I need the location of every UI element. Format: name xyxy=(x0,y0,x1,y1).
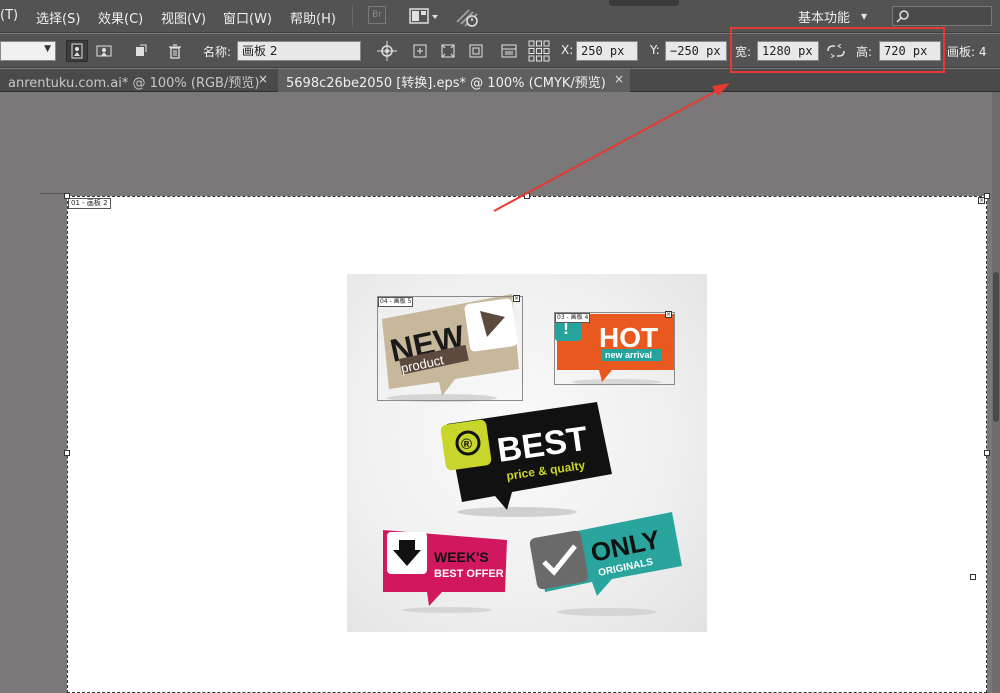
rocket-icon xyxy=(456,9,478,27)
week-sub: BEST OFFER xyxy=(434,568,504,580)
resize-handle[interactable] xyxy=(524,193,530,199)
chevron-down-icon: ▼ xyxy=(44,44,51,54)
menu-view[interactable]: 视图(V) xyxy=(161,8,206,27)
name-label: 名称: xyxy=(203,45,232,59)
move-icon xyxy=(377,41,397,61)
reference-point-grid[interactable] xyxy=(527,39,551,63)
trash-icon xyxy=(169,43,181,59)
bridge-button[interactable]: Br xyxy=(368,6,386,24)
sub-artboard-5[interactable] xyxy=(377,296,523,401)
sub-artboard-label[interactable]: 03 - 画板 4 xyxy=(555,313,591,323)
show-safe-areas-button[interactable] xyxy=(467,42,485,60)
center-mark-icon xyxy=(413,44,427,58)
tab-label: anrentuku.com.ai* @ 100% (RGB/预览) xyxy=(8,76,260,91)
landscape-button[interactable] xyxy=(92,40,116,62)
portrait-button[interactable] xyxy=(66,40,88,62)
artboard-options-icon xyxy=(501,44,517,58)
show-cross-hairs-button[interactable] xyxy=(439,42,457,60)
x-field[interactable]: 250 px xyxy=(576,41,638,61)
scrollbar-thumb[interactable] xyxy=(993,272,999,422)
search-icon xyxy=(896,10,909,23)
guide-line xyxy=(40,193,67,194)
arrange-documents-button[interactable] xyxy=(408,6,440,26)
artboard-label[interactable]: 01 - 画板 2 xyxy=(68,198,111,209)
resize-handle[interactable] xyxy=(64,193,70,199)
resize-handle[interactable] xyxy=(64,450,70,456)
new-artboard-button[interactable] xyxy=(132,42,150,60)
vertical-scrollbar[interactable] xyxy=(992,92,1000,693)
close-icon[interactable]: × xyxy=(614,72,624,86)
tab-document-1[interactable]: anrentuku.com.ai* @ 100% (RGB/预览) × xyxy=(0,69,278,92)
arrange-documents-icon xyxy=(409,8,438,24)
menu-effect[interactable]: 效果(C) xyxy=(98,8,143,27)
reference-grid-icon xyxy=(528,40,550,62)
y-field[interactable]: −250 px xyxy=(665,41,727,61)
close-icon[interactable]: × xyxy=(258,72,268,86)
search-input[interactable] xyxy=(892,6,992,26)
delete-artboard-button[interactable] xyxy=(166,42,184,60)
menu-window[interactable]: 窗口(W) xyxy=(223,8,272,27)
y-label: Y: xyxy=(650,43,660,57)
document-tab-handle xyxy=(609,0,679,6)
close-artboard-icon[interactable]: × xyxy=(978,197,985,204)
resize-handle[interactable] xyxy=(984,450,990,456)
placed-image[interactable]: NEW product ! HOT new arrival ® BEST pri… xyxy=(347,274,707,632)
tab-document-2[interactable]: 5698c26be2050 [转换].eps* @ 100% (CMYK/预览)… xyxy=(278,69,630,92)
sub-artboard-label[interactable]: 04 - 画板 5 xyxy=(378,297,414,307)
highlight-box xyxy=(730,27,945,73)
landscape-icon xyxy=(96,45,112,57)
artboard-name-field[interactable]: 画板 2 xyxy=(237,41,361,61)
menu-type[interactable]: (T) xyxy=(0,8,18,23)
menu-separator xyxy=(352,5,353,27)
portrait-icon xyxy=(71,43,83,59)
safe-areas-icon xyxy=(469,44,483,58)
close-artboard-icon[interactable]: × xyxy=(665,311,672,318)
x-label: X: xyxy=(561,43,574,57)
workspace-switcher[interactable]: 基本功能 xyxy=(798,7,850,26)
menu-help[interactable]: 帮助(H) xyxy=(290,8,336,27)
week-title: WEEK'S xyxy=(434,549,489,565)
close-artboard-icon[interactable]: × xyxy=(513,295,520,302)
show-center-mark-button[interactable] xyxy=(411,42,429,60)
chevron-down-icon[interactable]: ▼ xyxy=(861,12,867,21)
cross-hairs-icon xyxy=(441,44,455,58)
bridge-label: Br xyxy=(372,10,382,20)
new-artboard-icon xyxy=(136,44,147,56)
resize-handle[interactable] xyxy=(970,574,976,580)
reference-point-button[interactable] xyxy=(375,39,399,63)
artboard-options-button[interactable] xyxy=(500,42,518,60)
tab-label: 5698c26be2050 [转换].eps* @ 100% (CMYK/预览) xyxy=(286,76,606,91)
artboards-count: 画板: 4 xyxy=(947,45,987,59)
best-mark: ® xyxy=(461,436,472,453)
artboard-preset-dropdown[interactable]: ▼ xyxy=(0,41,56,61)
gpu-performance-button[interactable] xyxy=(455,6,481,28)
menu-select[interactable]: 选择(S) xyxy=(36,8,80,27)
